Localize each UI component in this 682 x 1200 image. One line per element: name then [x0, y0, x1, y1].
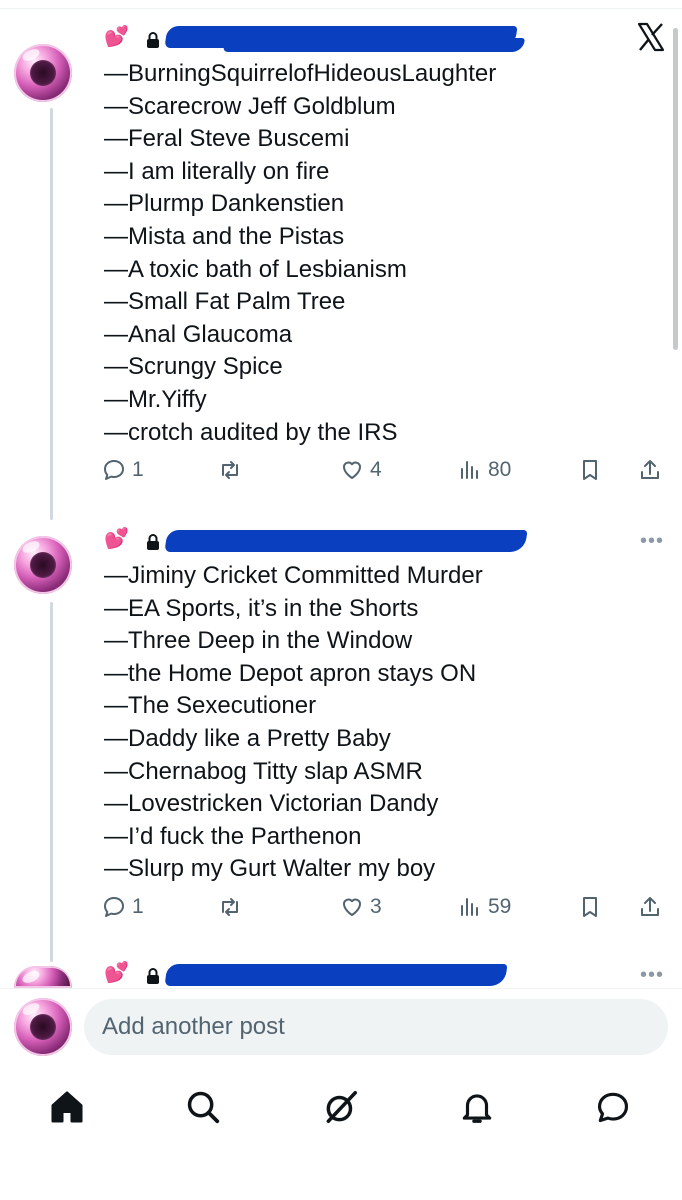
thread-line: [50, 108, 53, 520]
like-count: 3: [370, 895, 382, 918]
views-count: 80: [488, 458, 512, 481]
add-post-input[interactable]: Add another post: [84, 999, 668, 1055]
post-line: —A toxic bath of Lesbianism: [104, 255, 407, 283]
post-line: —Small Fat Palm Tree: [104, 288, 346, 316]
post-actions: 1 3 59: [102, 895, 666, 929]
scrollbar[interactable]: [673, 28, 678, 350]
post-line: —Feral Steve Buscemi: [104, 125, 350, 153]
grok-icon[interactable]: [322, 1088, 362, 1128]
views-button[interactable]: 59: [458, 895, 511, 919]
share-button[interactable]: [638, 895, 662, 919]
bookmark-button[interactable]: [578, 895, 602, 919]
post-line: —Mr.Yiffy: [104, 385, 207, 413]
more-options-button[interactable]: •••: [640, 530, 664, 553]
heart-emoji: 💕: [104, 962, 129, 984]
views-button[interactable]: 80: [458, 458, 511, 482]
post-header: 💕: [104, 526, 544, 556]
post-line: —Jiminy Cricket Committed Murder: [104, 562, 483, 589]
post-line: —crotch audited by the IRS: [104, 418, 398, 446]
post-line: —BurningSquirrelofHideousLaughter: [104, 60, 497, 87]
reply-icon: [104, 897, 124, 917]
like-button[interactable]: 3: [340, 895, 382, 919]
post-line: —Slurp my Gurt Walter my boy: [104, 855, 436, 883]
repost-icon: [222, 898, 238, 916]
reply-button[interactable]: 1: [102, 458, 144, 482]
lock-icon: [147, 32, 159, 48]
heart-emoji: 💕: [104, 26, 129, 48]
post-line: —Scrungy Spice: [104, 353, 283, 381]
post-header: 💕: [104, 960, 544, 988]
post-line: —The Sexecutioner: [104, 692, 317, 720]
post-line: —Daddy like a Pretty Baby: [104, 724, 391, 752]
search-icon[interactable]: [184, 1088, 224, 1128]
share-icon: [641, 897, 659, 916]
notifications-icon[interactable]: [458, 1088, 498, 1128]
views-icon: [461, 898, 478, 916]
post-line: —Scarecrow Jeff Goldblum: [104, 92, 396, 120]
bottom-nav: [0, 1070, 682, 1150]
post-text: —BurningSquirrelofHideousLaughter —Scare…: [104, 58, 662, 449]
avatar[interactable]: [14, 44, 72, 102]
reply-count: 1: [132, 895, 144, 918]
like-icon: [343, 898, 361, 916]
like-button[interactable]: 4: [340, 458, 382, 482]
post-line: —EA Sports, it’s in the Shorts: [104, 594, 419, 622]
avatar-core: [30, 1014, 56, 1040]
post-text: —Jiminy Cricket Committed Murder —EA Spo…: [104, 560, 662, 886]
home-icon[interactable]: [48, 1088, 88, 1128]
heart-emoji: 💕: [104, 528, 129, 550]
share-icon: [641, 460, 659, 479]
avatar[interactable]: [14, 966, 72, 988]
post-line: —Chernabog Titty slap ASMR: [104, 757, 423, 785]
reply-icon: [104, 460, 124, 480]
like-icon: [343, 461, 361, 479]
bookmark-button[interactable]: [578, 458, 602, 482]
thread-line: [50, 602, 53, 962]
reply-button[interactable]: 1: [102, 895, 144, 919]
top-divider: [0, 8, 682, 9]
post-line: —Mista and the Pistas: [104, 222, 345, 250]
lock-icon: [147, 968, 159, 984]
post-actions: 1 4 80: [102, 458, 666, 492]
redacted-username: [164, 964, 508, 986]
post-line: —Plurmp Dankenstien: [104, 190, 345, 218]
compose-avatar: [14, 998, 72, 1056]
avatar-core: [30, 60, 56, 86]
share-button[interactable]: [638, 458, 662, 482]
post-line: —Three Deep in the Window: [104, 627, 413, 655]
reply-count: 1: [132, 458, 144, 481]
messages-icon[interactable]: [594, 1088, 634, 1128]
post-line: —I am literally on fire: [104, 157, 330, 185]
bookmark-icon: [583, 897, 597, 917]
lock-icon: [147, 534, 159, 550]
repost-button[interactable]: [218, 895, 242, 919]
bookmark-icon: [583, 460, 597, 480]
avatar-shine: [20, 968, 42, 986]
post-line: —Lovestricken Victorian Dandy: [104, 790, 439, 818]
avatar-core: [30, 552, 56, 578]
close-icon[interactable]: [636, 22, 666, 52]
redacted-handle: [223, 38, 525, 52]
compose-divider: [0, 988, 682, 989]
redacted-username: [164, 530, 528, 552]
post-line: —Anal Glaucoma: [104, 320, 293, 348]
post-line: —the Home Depot apron stays ON: [104, 659, 477, 687]
post-line: —I’d fuck the Parthenon: [104, 822, 362, 850]
avatar[interactable]: [14, 536, 72, 594]
views-count: 59: [488, 895, 512, 918]
repost-button[interactable]: [218, 458, 242, 482]
views-icon: [461, 461, 478, 479]
like-count: 4: [370, 458, 382, 481]
repost-icon: [222, 461, 238, 479]
post-header: 💕: [104, 24, 544, 54]
more-options-button[interactable]: •••: [640, 964, 664, 987]
